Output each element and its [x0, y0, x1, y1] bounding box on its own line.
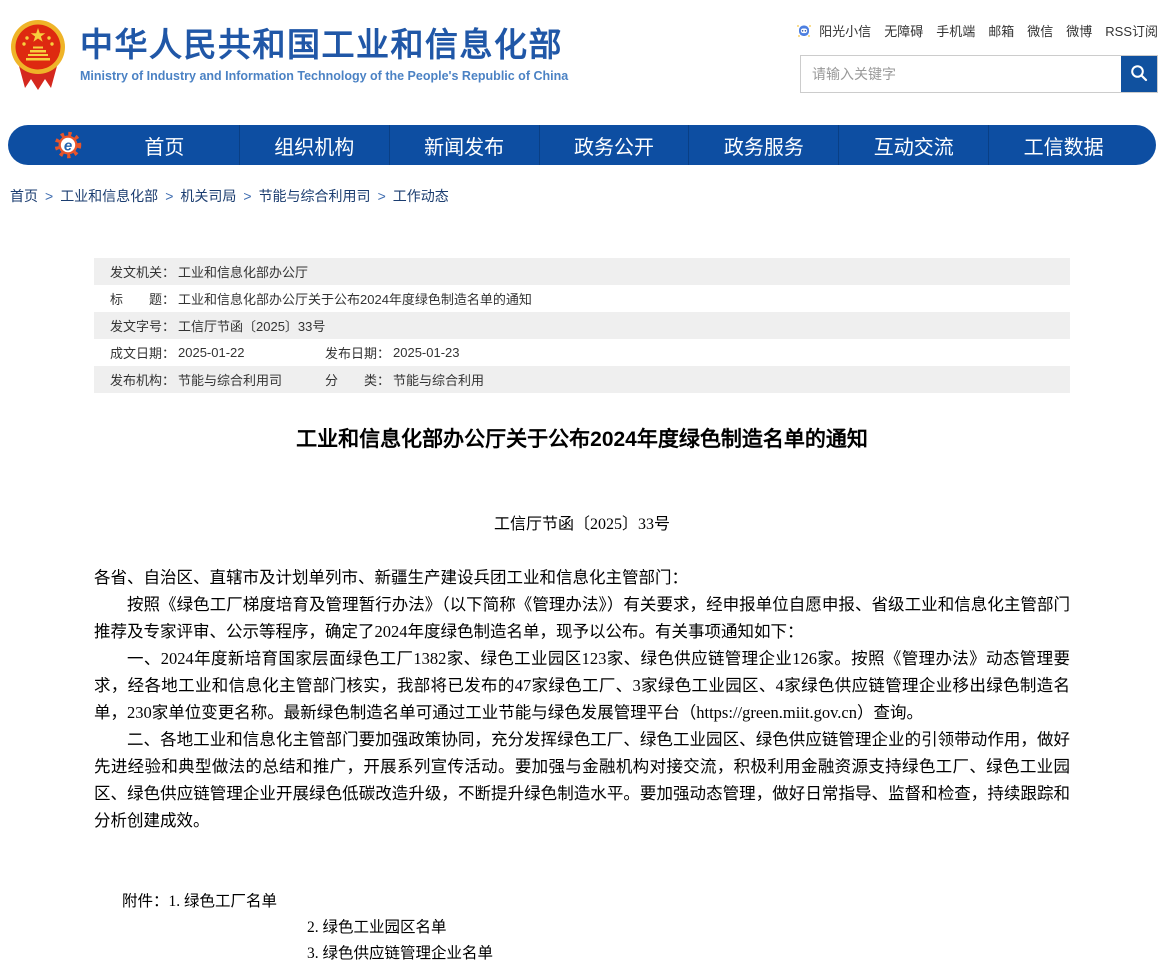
breadcrumb-energy-dept[interactable]: 节能与综合利用司: [259, 188, 371, 204]
national-emblem-icon: [10, 16, 66, 94]
search-bar: [800, 55, 1158, 93]
site-title: 中华人民共和国工业和信息化部: [80, 27, 568, 63]
quick-link-weibo[interactable]: 微博: [1066, 21, 1092, 40]
breadcrumb: 首页 > 工业和信息化部 > 机关司局 > 节能与综合利用司 > 工作动态: [10, 186, 1164, 206]
quick-link-sunshine[interactable]: 阳光小信: [819, 21, 871, 40]
meta-row-doc-number: 发文字号： 工信厅节函〔2025〕33号: [94, 312, 1070, 339]
meta-value: 工业和信息化部办公厅: [178, 262, 308, 281]
nav-item-news[interactable]: 新闻发布: [389, 125, 539, 165]
nav-item-gov-disclosure[interactable]: 政务公开: [539, 125, 689, 165]
breadcrumb-home[interactable]: 首页: [10, 188, 38, 204]
meta-value: 2025-01-22: [178, 345, 245, 360]
quick-links: 阳光小信 无障碍 手机端 邮箱 微信 微博 RSS订阅: [800, 21, 1158, 40]
breadcrumb-work-updates[interactable]: 工作动态: [393, 188, 449, 204]
quick-link-mail[interactable]: 邮箱: [988, 21, 1014, 40]
document-meta-table: 发文机关： 工业和信息化部办公厅 标 题： 工业和信息化部办公厅关于公布2024…: [94, 258, 1070, 393]
article-title: 工业和信息化部办公厅关于公布2024年度绿色制造名单的通知: [94, 423, 1070, 453]
quick-link-wechat[interactable]: 微信: [1027, 21, 1053, 40]
nav-item-home[interactable]: 首页: [90, 125, 239, 165]
breadcrumb-separator: >: [243, 188, 251, 204]
site-title-block: 中华人民共和国工业和信息化部 Ministry of Industry and …: [80, 27, 568, 82]
site-subtitle: Ministry of Industry and Information Tec…: [80, 69, 568, 83]
attachment-1: 附件：1. 绿色工厂名单: [122, 889, 1070, 915]
main-nav: e 首页 组织机构 新闻发布 政务公开 政务服务 互动交流 工信数据: [8, 125, 1156, 165]
attachment-2: 2. 绿色工业园区名单: [307, 915, 1070, 941]
meta-value: 工信厅节函〔2025〕33号: [178, 316, 325, 335]
search-button[interactable]: [1121, 56, 1157, 92]
paragraph-item-1: 一、2024年度新培育国家层面绿色工厂1382家、绿色工业园区123家、绿色供应…: [94, 645, 1070, 726]
svg-text:e: e: [64, 137, 72, 154]
meta-row-publisher-category: 发布机构： 节能与综合利用司 分 类： 节能与综合利用: [94, 366, 1070, 393]
quick-link-mobile[interactable]: 手机端: [936, 21, 975, 40]
breadcrumb-departments[interactable]: 机关司局: [180, 188, 236, 204]
meta-row-title: 标 题： 工业和信息化部办公厅关于公布2024年度绿色制造名单的通知: [94, 285, 1070, 312]
doc-number: 工信厅节函〔2025〕33号: [94, 510, 1070, 534]
meta-value: 工业和信息化部办公厅关于公布2024年度绿色制造名单的通知: [178, 289, 532, 308]
meta-label: 发文字号：: [110, 316, 175, 335]
salutation: 各省、自治区、直辖市及计划单列市、新疆生产建设兵团工业和信息化主管部门：: [94, 564, 1070, 591]
site-header: 中华人民共和国工业和信息化部 Ministry of Industry and …: [0, 0, 1164, 121]
meta-label: 分 类：: [325, 370, 390, 389]
meta-value: 2025-01-23: [393, 345, 460, 360]
article-body: 各省、自治区、直辖市及计划单列市、新疆生产建设兵团工业和信息化主管部门： 按照《…: [94, 564, 1070, 834]
document-content: 发文机关： 工业和信息化部办公厅 标 题： 工业和信息化部办公厅关于公布2024…: [94, 258, 1070, 967]
nav-items: 首页 组织机构 新闻发布 政务公开 政务服务 互动交流 工信数据: [90, 125, 1156, 165]
attachments-list: 附件：1. 绿色工厂名单 2. 绿色工业园区名单 3. 绿色供应链管理企业名单: [94, 889, 1070, 967]
paragraph-item-2: 二、各地工业和信息化主管部门要加强政策协同，充分发挥绿色工厂、绿色工业园区、绿色…: [94, 726, 1070, 834]
quick-link-accessibility[interactable]: 无障碍: [884, 21, 923, 40]
meta-value: 节能与综合利用: [393, 370, 484, 389]
meta-label: 标 题：: [110, 289, 175, 308]
meta-label: 发布日期：: [325, 343, 390, 362]
meta-row-dates: 成文日期： 2025-01-22 发布日期： 2025-01-23: [94, 339, 1070, 366]
search-icon: [1129, 63, 1149, 86]
meta-row-issuing-agency: 发文机关： 工业和信息化部办公厅: [94, 258, 1070, 285]
nav-item-organization[interactable]: 组织机构: [239, 125, 389, 165]
attachment-3: 3. 绿色供应链管理企业名单: [307, 941, 1070, 967]
mascot-robot-icon[interactable]: [795, 22, 813, 40]
meta-label: 发文机关：: [110, 262, 175, 281]
breadcrumb-separator: >: [165, 188, 173, 204]
breadcrumb-separator: >: [45, 188, 53, 204]
meta-label: 发布机构：: [110, 370, 175, 389]
gear-e-logo-icon: e: [54, 131, 82, 159]
nav-item-interaction[interactable]: 互动交流: [838, 125, 988, 165]
quick-link-rss[interactable]: RSS订阅: [1105, 21, 1158, 40]
meta-value: 节能与综合利用司: [178, 370, 282, 389]
paragraph-intro: 按照《绿色工厂梯度培育及管理暂行办法》（以下简称《管理办法》）有关要求，经申报单…: [94, 591, 1070, 645]
nav-item-miit-data[interactable]: 工信数据: [988, 125, 1138, 165]
site-logo-block[interactable]: 中华人民共和国工业和信息化部 Ministry of Industry and …: [10, 16, 568, 94]
breadcrumb-miit[interactable]: 工业和信息化部: [60, 188, 158, 204]
header-utility: 阳光小信 无障碍 手机端 邮箱 微信 微博 RSS订阅: [800, 21, 1158, 93]
breadcrumb-separator: >: [378, 188, 386, 204]
meta-label: 成文日期：: [110, 343, 175, 362]
search-input[interactable]: [801, 56, 1121, 92]
nav-item-gov-services[interactable]: 政务服务: [688, 125, 838, 165]
